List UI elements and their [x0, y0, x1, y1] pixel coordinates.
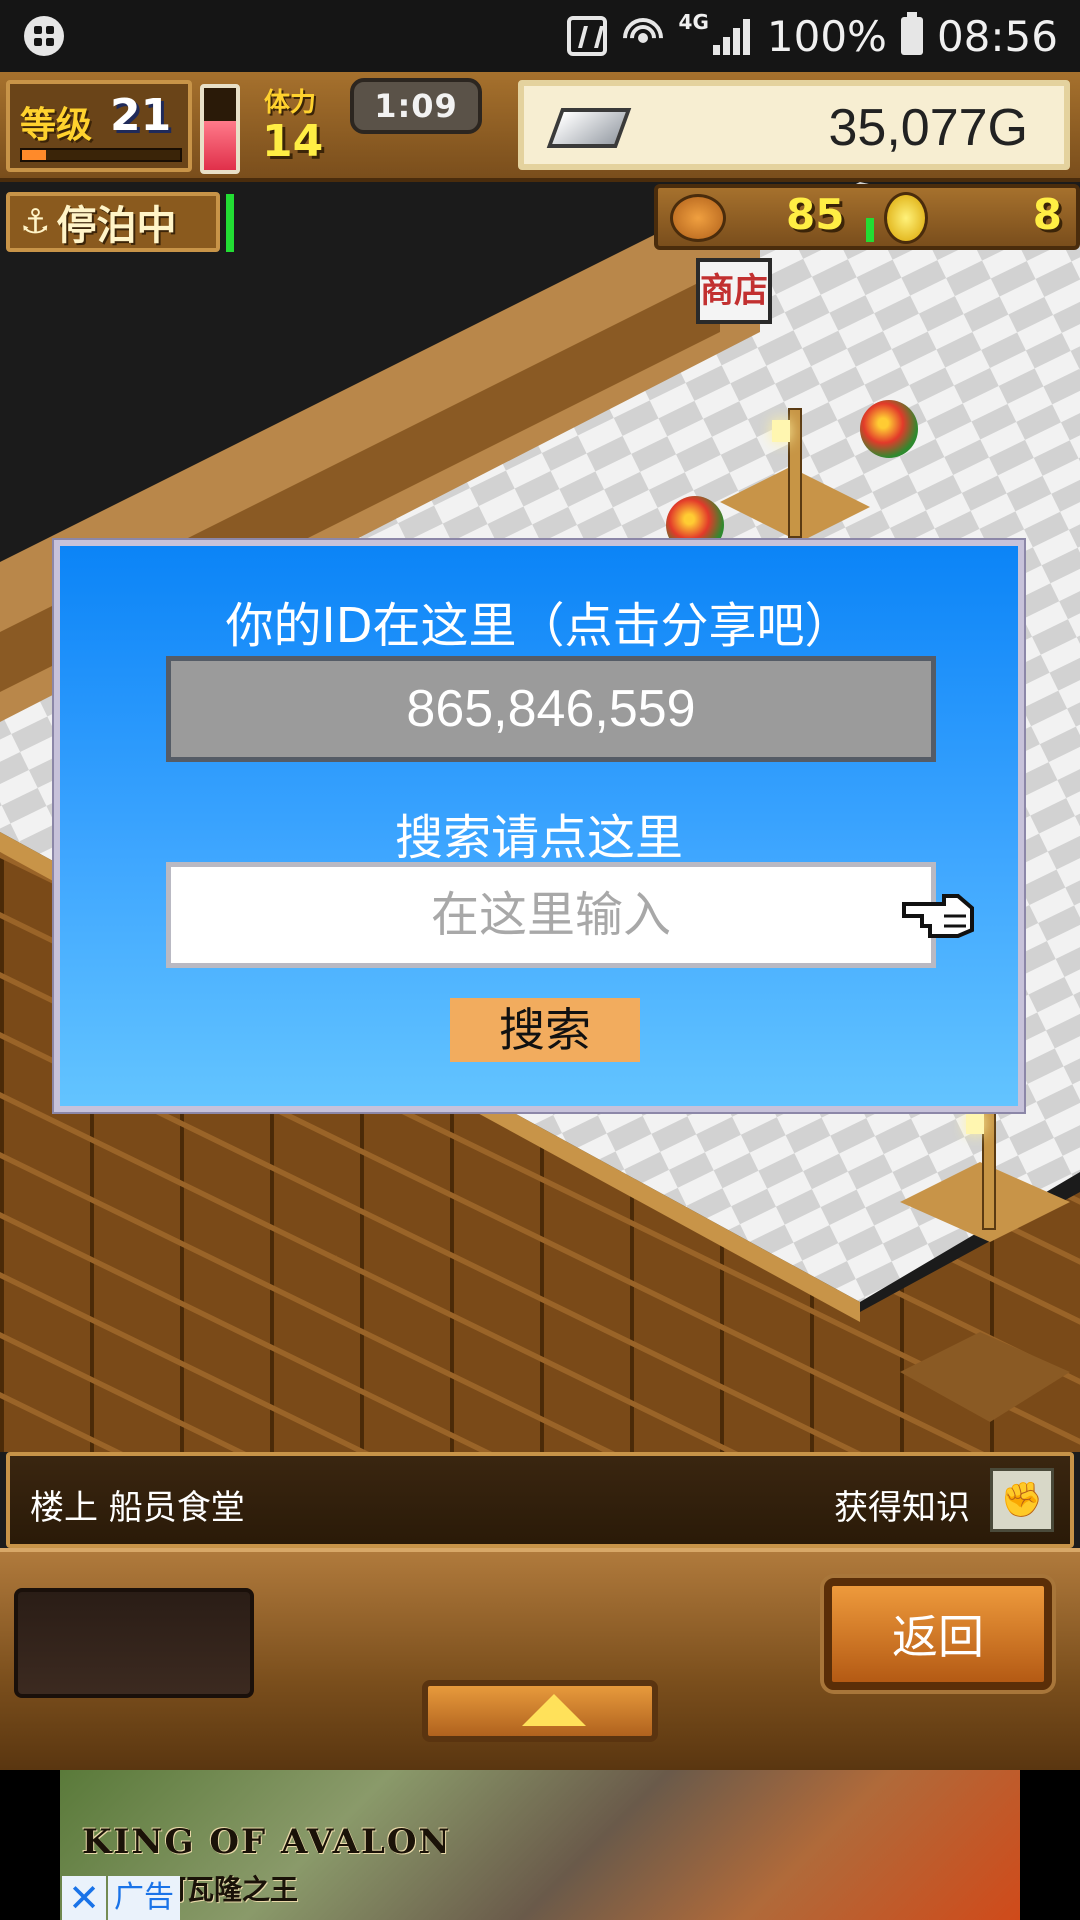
lantern-post [966, 1100, 996, 1230]
network-type: 4G [678, 10, 709, 34]
status-bar: 4G 100% 08:56 [0, 0, 1080, 72]
silver-bar-icon [546, 108, 632, 148]
food-meter [866, 218, 874, 242]
location-bar[interactable]: 楼上 船员食堂 获得知识 ✊ [6, 1452, 1074, 1548]
nfc-icon [566, 16, 607, 56]
battery-percent: 100% [766, 11, 887, 61]
back-button[interactable]: 返回 [824, 1578, 1052, 1690]
friend-id-dialog: 你的ID在这里（点击分享吧） 865,846,559 搜索请点这里 搜索 [54, 540, 1024, 1112]
resource-bar: 85 8 [654, 184, 1080, 250]
anchor-icon: ⚓ [20, 202, 51, 242]
stamina-label: 体力 [264, 88, 317, 118]
ad-title: KING OF AVALON [82, 1822, 452, 1862]
level-display: 等级 21 [6, 80, 192, 172]
ad-label: 广告 [108, 1876, 180, 1920]
up-arrow-icon [522, 1694, 586, 1726]
knowledge-label: 获得知识 [834, 1488, 970, 1528]
stamina-fill [204, 120, 236, 170]
expand-menu-button[interactable] [422, 1680, 658, 1742]
stamina-value: 14 [262, 116, 324, 167]
gold-value: 35,077G [828, 99, 1029, 157]
status-icons: 4G 100% 08:56 [566, 8, 1058, 64]
stamina-gauge [200, 84, 240, 174]
food-value: 85 [786, 190, 845, 239]
player-id-box[interactable]: 865,846,559 [166, 656, 936, 762]
search-label: 搜索请点这里 [394, 810, 683, 866]
clock: 08:56 [936, 11, 1058, 61]
fist-icon[interactable]: ✊ [990, 1468, 1054, 1532]
search-button[interactable]: 搜索 [450, 998, 640, 1062]
experience-fill [22, 150, 46, 160]
stamina-timer: 1:09 [350, 78, 482, 134]
level-label: 等级 [20, 105, 93, 146]
coin-value: 8 [1032, 190, 1062, 239]
id-label: 你的ID在这里（点击分享吧） [225, 598, 853, 654]
top-hud: 等级 21 体力 14 1:09 35,077G [0, 72, 1080, 182]
bottom-control-panel: 返回 [0, 1548, 1080, 1770]
signal-icon [712, 17, 753, 55]
docked-status-label: 停泊中 [56, 203, 177, 249]
player-id-value: 865,846,559 [406, 680, 696, 738]
ad-close-button[interactable]: ✕ [62, 1876, 106, 1920]
experience-bar [20, 148, 182, 162]
roast-meat-icon [670, 194, 726, 242]
wifi-icon [620, 14, 665, 58]
battery-icon [900, 12, 923, 55]
lantern-post [772, 408, 802, 538]
flower-pot[interactable] [860, 400, 918, 458]
status-indicator [226, 194, 234, 252]
docked-status-badge[interactable]: ⚓ 停泊中 [6, 192, 220, 252]
shop-sign[interactable]: 商店 [696, 258, 772, 324]
game-controller-icon [24, 16, 64, 56]
level-value: 21 [110, 90, 172, 141]
gold-display[interactable]: 35,077G [518, 80, 1070, 170]
current-location: 楼上 船员食堂 [30, 1488, 245, 1528]
ad-banner[interactable]: KING OF AVALON 阿瓦隆之王 [60, 1770, 1020, 1920]
gold-coin-icon [884, 192, 928, 244]
pointing-hand-icon [902, 894, 974, 938]
search-id-input[interactable] [166, 862, 936, 968]
empty-slot [14, 1588, 254, 1698]
